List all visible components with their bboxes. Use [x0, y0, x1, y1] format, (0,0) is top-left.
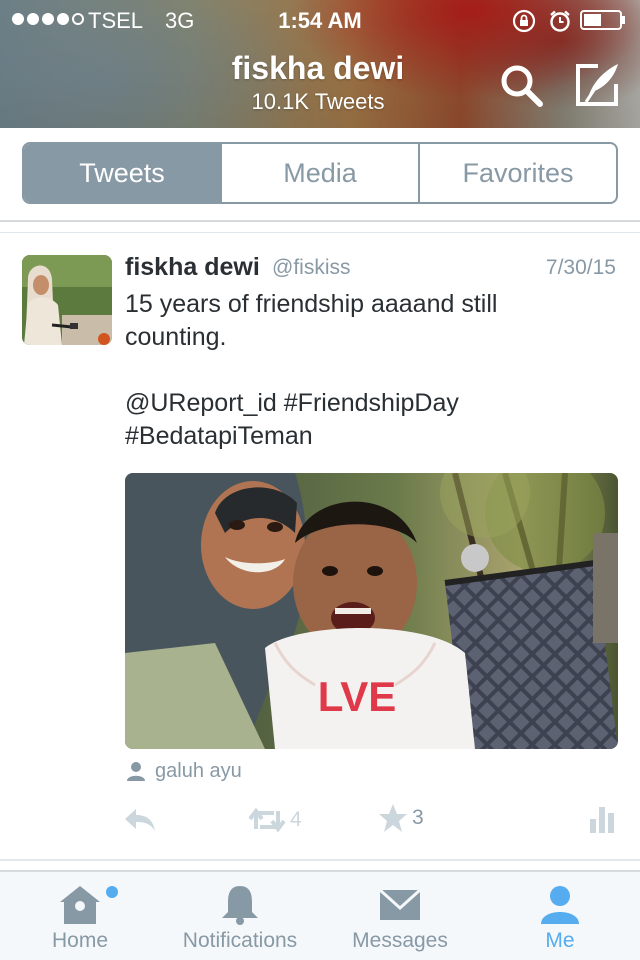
- profile-segmented-control: Tweets Media Favorites: [22, 142, 618, 204]
- search-button[interactable]: [498, 62, 546, 110]
- favorite-button[interactable]: 3: [378, 803, 424, 833]
- battery-icon: [580, 10, 626, 30]
- tab-media[interactable]: Media: [220, 144, 418, 202]
- tab-bar-label: Notifications: [182, 929, 298, 952]
- retweet-count: 4: [290, 808, 302, 831]
- status-bar: TSEL 3G 1:54 AM: [0, 0, 640, 40]
- avatar[interactable]: [22, 255, 112, 345]
- bar-chart-icon: [590, 807, 614, 833]
- tab-bar-label: Messages: [352, 929, 448, 952]
- profile-header: TSEL 3G 1:54 AM fiskha dewi 10.1K Tweets: [0, 0, 640, 128]
- author-name[interactable]: fiskha dewi: [125, 253, 260, 282]
- home-badge-dot: [106, 886, 118, 898]
- tweet-date: 7/30/15: [545, 256, 616, 279]
- tab-bar-notifications[interactable]: Notifications: [160, 872, 320, 960]
- tweet-actions: 4 3: [0, 803, 640, 843]
- tweet-text: 15 years of friendship aaaand still coun…: [125, 290, 498, 450]
- status-time: 1:54 AM: [278, 8, 362, 33]
- retweet-button[interactable]: 4: [248, 807, 302, 833]
- alarm-icon: [548, 9, 572, 39]
- compose-tweet-button[interactable]: [572, 60, 622, 110]
- tab-bar-home[interactable]: Home: [0, 872, 160, 960]
- analytics-button[interactable]: [590, 803, 616, 838]
- tweet[interactable]: fiskha dewi @fiskiss 7/30/15 15 years of…: [0, 232, 640, 861]
- bell-icon: [160, 884, 320, 926]
- rotation-lock-icon: [512, 9, 536, 39]
- envelope-icon: [320, 884, 480, 926]
- retweet-icon: [248, 807, 286, 833]
- profile-tabs-area: Tweets Media Favorites: [0, 128, 640, 222]
- photo-tag[interactable]: galuh ayu: [125, 759, 242, 783]
- tab-bar-label: Home: [51, 929, 109, 952]
- person-icon: [480, 884, 640, 926]
- home-icon: [0, 884, 160, 926]
- tab-tweets[interactable]: Tweets: [24, 144, 220, 202]
- person-tag-icon: [127, 762, 145, 781]
- compose-quill-icon: [576, 64, 618, 106]
- reply-button[interactable]: [123, 807, 157, 838]
- author-handle[interactable]: @fiskiss: [272, 256, 350, 280]
- tab-bar-me[interactable]: Me: [480, 872, 640, 960]
- tab-bar-messages[interactable]: Messages: [320, 872, 480, 960]
- tab-bar: Home Notifications Messages Me: [0, 870, 640, 960]
- favorite-count: 3: [412, 806, 424, 829]
- tweet-photo[interactable]: LVE: [125, 473, 618, 749]
- reply-icon: [125, 809, 155, 831]
- tab-favorites[interactable]: Favorites: [418, 144, 616, 202]
- shirt-print-text: LVE: [318, 673, 397, 720]
- photo-tag-label: galuh ayu: [155, 759, 242, 782]
- tab-bar-label: Me: [545, 929, 575, 952]
- search-icon: [501, 65, 543, 107]
- star-icon: [379, 804, 407, 832]
